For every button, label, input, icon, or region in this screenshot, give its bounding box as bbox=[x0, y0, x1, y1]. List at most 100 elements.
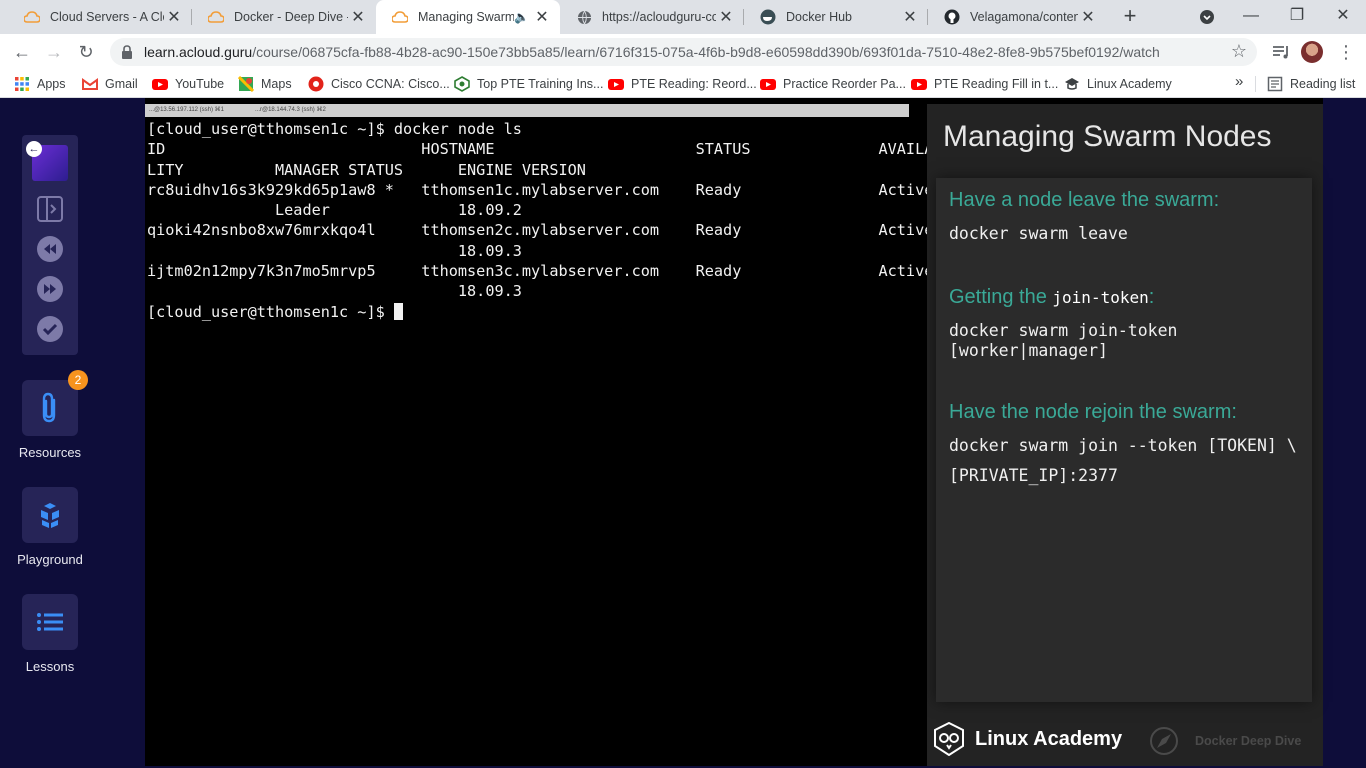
acloudguru-icon bbox=[208, 9, 224, 25]
minimize-button[interactable]: — bbox=[1228, 0, 1274, 34]
slide-panel: Managing Swarm Nodes Have a node leave t… bbox=[927, 104, 1323, 766]
browser-tab[interactable]: Docker Hub ✕ bbox=[744, 0, 928, 34]
paperclip-icon bbox=[42, 392, 56, 423]
close-icon[interactable]: ✕ bbox=[532, 7, 552, 27]
slide-heading: Have a node leave the swarm: bbox=[949, 189, 1220, 211]
slide-command: docker swarm join --token [TOKEN] \ [PRI… bbox=[949, 436, 1297, 485]
browser-tab[interactable]: Docker - Deep Dive - A ✕ bbox=[192, 0, 376, 34]
resources-count-badge: 2 bbox=[68, 370, 88, 390]
youtube-icon bbox=[911, 79, 927, 90]
maps-icon bbox=[238, 76, 254, 92]
list-icon bbox=[37, 613, 63, 631]
back-button[interactable]: ← bbox=[10, 40, 34, 64]
back-arrow-icon[interactable]: ← bbox=[26, 141, 42, 157]
slide-heading: Getting the join-token: bbox=[949, 286, 1155, 308]
close-icon[interactable]: ✕ bbox=[716, 7, 736, 27]
terminal-line: Leader 18.09.2 bbox=[147, 201, 522, 220]
globe-icon bbox=[576, 9, 592, 25]
terminal-cursor bbox=[393, 302, 403, 320]
compass-icon bbox=[1150, 727, 1178, 755]
acloudguru-icon bbox=[392, 9, 408, 25]
slide-command: docker swarm join-token [worker|manager] bbox=[949, 321, 1178, 360]
maximize-button[interactable]: ❐ bbox=[1274, 0, 1320, 34]
grad-cap-icon bbox=[1065, 78, 1079, 90]
bookmark-star-icon[interactable]: ☆ bbox=[1231, 41, 1247, 62]
chevron-down-icon bbox=[1200, 10, 1214, 24]
terminal-prompt: [cloud_user@tthomsen1c ~]$ bbox=[147, 302, 394, 321]
slide-command: docker swarm leave bbox=[949, 224, 1128, 243]
course-player-page: ← 2 Resources Playground Lessons ...@13.… bbox=[0, 98, 1366, 768]
resources-label: Resources bbox=[18, 445, 82, 460]
bookmark-gmail[interactable]: Gmail bbox=[82, 76, 138, 92]
browser-tab[interactable]: Cloud Servers - A Clou ✕ bbox=[8, 0, 192, 34]
close-icon[interactable]: ✕ bbox=[1078, 7, 1098, 27]
close-window-button[interactable]: ✕ bbox=[1320, 0, 1366, 34]
browser-tab[interactable]: https://acloudguru-co ✕ bbox=[560, 0, 744, 34]
terminal-line: 18.09.3 bbox=[147, 282, 522, 301]
youtube-icon bbox=[152, 79, 168, 90]
terminal-line: ijtm02n12mpy7k3n7mo5mrvp5 tthomsen3c.myl… bbox=[147, 262, 934, 281]
playground-label: Playground bbox=[17, 552, 83, 567]
bookmark-cisco[interactable]: Cisco CCNA: Cisco... bbox=[308, 76, 450, 92]
apps-grid-icon bbox=[15, 77, 29, 91]
speaker-icon[interactable]: 🔈 bbox=[514, 10, 530, 24]
terminal-output: [cloud_user@tthomsen1c ~]$ docker node l… bbox=[147, 119, 952, 322]
bookmark-youtube[interactable]: YouTube bbox=[152, 76, 224, 92]
bookmark-practice-reorder[interactable]: Practice Reorder Pa... bbox=[760, 76, 906, 92]
terminal-line: LITY MANAGER STATUS ENGINE VERSION bbox=[147, 160, 586, 179]
close-icon[interactable]: ✕ bbox=[348, 7, 368, 27]
slide-title: Managing Swarm Nodes bbox=[943, 120, 1272, 153]
terminal-line: ID HOSTNAME STATUS AVAILABI bbox=[147, 140, 952, 159]
fast-forward-icon[interactable] bbox=[36, 275, 64, 303]
youtube-icon bbox=[608, 79, 624, 90]
bookmark-apps[interactable]: Apps bbox=[14, 76, 66, 92]
playground-button[interactable] bbox=[22, 487, 78, 543]
bookmark-maps[interactable]: Maps bbox=[238, 76, 292, 92]
terminal-line: 18.09.3 bbox=[147, 241, 522, 260]
youtube-icon bbox=[760, 79, 776, 90]
terminal-line: qioki42nsnbo8xw76mrxkqo4l tthomsen2c.myl… bbox=[147, 221, 934, 240]
player-controls-panel: ← bbox=[22, 135, 78, 355]
bookmark-linux-academy[interactable]: Linux Academy bbox=[1064, 76, 1172, 92]
more-bookmarks-button[interactable]: » bbox=[1235, 73, 1243, 90]
forward-button[interactable]: → bbox=[42, 40, 66, 64]
browser-tab[interactable]: Velagamona/content- ✕ bbox=[928, 0, 1106, 34]
rewind-icon[interactable] bbox=[36, 235, 64, 263]
tab-search-button[interactable] bbox=[1184, 0, 1230, 34]
new-tab-button[interactable]: + bbox=[1118, 4, 1142, 28]
menu-kebab-icon[interactable]: ⋮ bbox=[1334, 40, 1358, 64]
github-icon bbox=[944, 9, 960, 25]
course-sidebar: ← 2 Resources Playground Lessons bbox=[0, 98, 100, 768]
reading-list-icon bbox=[1267, 76, 1283, 92]
reload-button[interactable]: ↻ bbox=[74, 40, 98, 64]
mark-complete-icon[interactable] bbox=[36, 315, 64, 343]
pte-icon bbox=[454, 76, 470, 92]
media-control-icon[interactable] bbox=[1270, 41, 1292, 63]
course-watermark: Docker Deep Dive bbox=[1149, 726, 1301, 756]
cisco-icon bbox=[308, 76, 324, 92]
lessons-button[interactable] bbox=[22, 594, 78, 650]
terminal-line: rc8uidhv16s3k929kd65p1aw8 * tthomsen1c.m… bbox=[147, 180, 934, 199]
profile-avatar[interactable] bbox=[1301, 41, 1323, 63]
lesson-video[interactable]: ...@13.56.197.112 (ssh) ⌘1 ...r@18.144.7… bbox=[145, 98, 1323, 766]
terminal-line: [cloud_user@tthomsen1c ~]$ docker node l… bbox=[147, 120, 522, 138]
bookmark-pte-reading[interactable]: PTE Reading: Reord... bbox=[608, 76, 757, 92]
resources-button[interactable] bbox=[22, 380, 78, 436]
slide-heading: Have the node rejoin the swarm: bbox=[949, 401, 1237, 423]
linux-academy-logo: Linux Academy bbox=[933, 722, 1122, 756]
slide-footer: Linux Academy Docker Deep Dive bbox=[927, 716, 1323, 766]
close-icon[interactable]: ✕ bbox=[164, 7, 184, 27]
bookmark-pte-training[interactable]: Top PTE Training Ins... bbox=[454, 76, 603, 92]
reading-list-button[interactable]: Reading list bbox=[1267, 76, 1355, 92]
docker-icon bbox=[760, 9, 776, 25]
gmail-icon bbox=[82, 78, 98, 90]
terminal-tab: ...r@18.144.74.3 (ssh) ⌘2 bbox=[255, 107, 326, 113]
close-icon[interactable]: ✕ bbox=[900, 7, 920, 27]
url-bar[interactable]: learn.acloud.guru/course/06875cfa-fb88-4… bbox=[110, 38, 1257, 66]
bookmark-pte-fill[interactable]: PTE Reading Fill in t... bbox=[911, 76, 1058, 92]
browser-tab-strip: Cloud Servers - A Clou ✕ Docker - Deep D… bbox=[0, 0, 1366, 34]
address-toolbar: ← → ↻ learn.acloud.guru/course/06875cfa-… bbox=[0, 34, 1366, 70]
browser-tab-active[interactable]: Managing Swarm 🔈 ✕ bbox=[376, 0, 560, 34]
slide-card: Have a node leave the swarm: docker swar… bbox=[936, 178, 1312, 702]
toggle-panel-icon[interactable] bbox=[36, 195, 64, 223]
